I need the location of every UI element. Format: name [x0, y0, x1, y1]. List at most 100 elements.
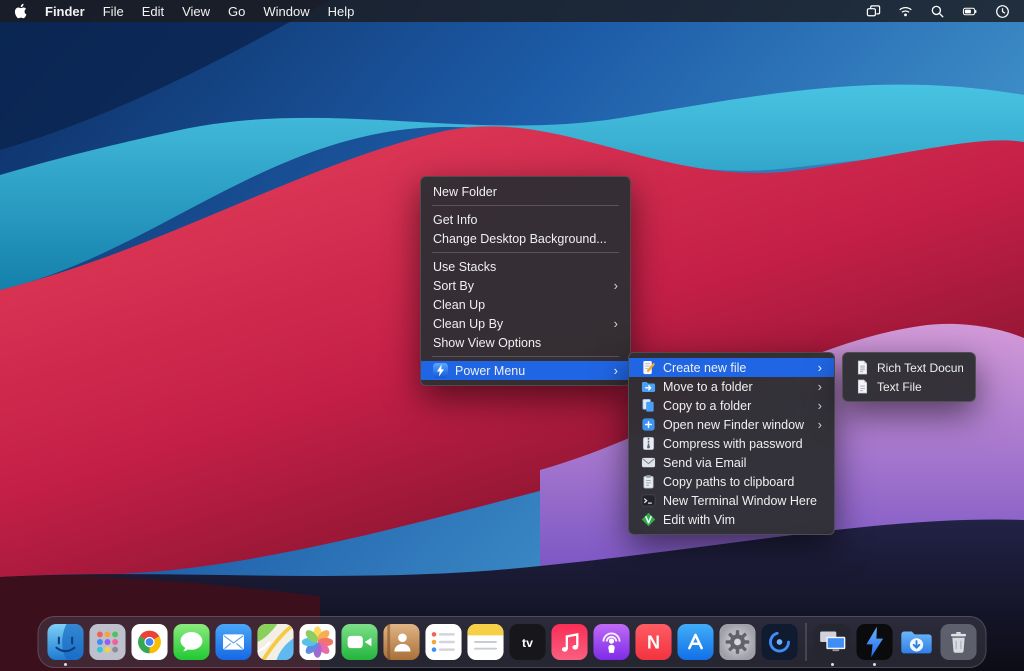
menu-bar-status-icons: [866, 4, 1010, 19]
menu-item-label: Edit with Vim: [663, 513, 822, 527]
menu-separator: [432, 356, 619, 357]
rtf-doc-icon: [855, 360, 870, 375]
send-email-icon: [641, 455, 656, 470]
menu-item-open-new-finder-window[interactable]: Open new Finder window ›: [629, 415, 834, 434]
dock-icon-tv[interactable]: tv: [509, 623, 547, 661]
vim-icon: [641, 512, 656, 527]
menu-item-label: Use Stacks: [433, 260, 618, 274]
dock-icon-app-store[interactable]: [677, 623, 715, 661]
create-new-file-submenu: Rich Text Document Text File: [842, 352, 976, 402]
menu-item-label: Send via Email: [663, 456, 822, 470]
dock-icon-messages[interactable]: [173, 623, 211, 661]
clock-icon[interactable]: [995, 4, 1010, 19]
menu-item-move-to-a-folder[interactable]: Move to a folder ›: [629, 377, 834, 396]
menu-item-send-via-email[interactable]: Send via Email: [629, 453, 834, 472]
menu-bar-item-edit[interactable]: Edit: [142, 4, 164, 19]
dock-icon-system-preferences[interactable]: [719, 623, 757, 661]
menu-item-label: Get Info: [433, 213, 618, 227]
chevron-right-icon: ›: [608, 279, 618, 292]
chevron-right-icon: ›: [812, 361, 822, 374]
compress-icon: [641, 436, 656, 451]
menu-bar-items: File Edit View Go Window Help: [103, 4, 355, 19]
menu-item-label: Open new Finder window: [663, 418, 805, 432]
apple-menu[interactable]: [14, 3, 27, 19]
menu-item-label: Sort By: [433, 279, 601, 293]
menu-bar-app-name[interactable]: Finder: [45, 4, 85, 19]
menu-item-new-folder[interactable]: New Folder: [421, 182, 630, 201]
menu-item-clean-up-by[interactable]: Clean Up By ›: [421, 314, 630, 333]
dock-icon-facetime[interactable]: [341, 623, 379, 661]
menu-item-use-stacks[interactable]: Use Stacks: [421, 257, 630, 276]
battery-icon[interactable]: [962, 4, 978, 19]
dock-icon-notes[interactable]: [467, 623, 505, 661]
dock-icon-contacts[interactable]: [383, 623, 421, 661]
menu-item-label: Move to a folder: [663, 380, 805, 394]
menu-item-label: Copy to a folder: [663, 399, 805, 413]
menu-item-text-file[interactable]: Text File: [843, 377, 975, 396]
menu-item-clean-up[interactable]: Clean Up: [421, 295, 630, 314]
terminal-icon: [641, 493, 656, 508]
clipboard-icon: [641, 474, 656, 489]
dock-icon-trash[interactable]: [940, 623, 978, 661]
running-indicator: [831, 663, 834, 666]
menu-separator: [432, 205, 619, 206]
move-folder-icon: [641, 379, 656, 394]
dock: tv N: [38, 616, 987, 668]
menu-bar-item-file[interactable]: File: [103, 4, 124, 19]
menu-item-compress-with-password[interactable]: Compress with password: [629, 434, 834, 453]
menu-item-label: Create new file: [663, 361, 805, 375]
chevron-right-icon: ›: [812, 418, 822, 431]
dock-icon-launchpad[interactable]: [89, 623, 127, 661]
dock-icon-power-menu-app[interactable]: [856, 623, 894, 661]
apple-icon: [14, 3, 27, 19]
menu-item-sort-by[interactable]: Sort By ›: [421, 276, 630, 295]
dock-icon-finder[interactable]: [47, 623, 85, 661]
power-menu-submenu: Create new file›Move to a folder›Copy to…: [628, 352, 835, 535]
desktop[interactable]: Finder File Edit View Go Window Help New Fold…: [0, 0, 1024, 671]
dock-icon-maps[interactable]: [257, 623, 295, 661]
window-tile-icon[interactable]: [866, 4, 881, 19]
dock-icon-chrome[interactable]: [131, 623, 169, 661]
menu-item-change-desktop-background[interactable]: Change Desktop Background...: [421, 229, 630, 248]
dock-icon-music[interactable]: [551, 623, 589, 661]
menu-item-edit-with-vim[interactable]: Edit with Vim: [629, 510, 834, 529]
dock-icon-mail[interactable]: [215, 623, 253, 661]
menu-item-copy-paths-to-clipboard[interactable]: Copy paths to clipboard: [629, 472, 834, 491]
menu-item-power-menu[interactable]: Power Menu›: [421, 361, 630, 380]
menu-item-copy-to-a-folder[interactable]: Copy to a folder ›: [629, 396, 834, 415]
menu-bar-item-help[interactable]: Help: [328, 4, 355, 19]
dock-icon-news[interactable]: N: [635, 623, 673, 661]
menu-item-create-new-file[interactable]: Create new file ›: [629, 358, 834, 377]
dock-icon-photos[interactable]: [299, 623, 337, 661]
dock-icon-displays[interactable]: [814, 623, 852, 661]
menu-bar-item-view[interactable]: View: [182, 4, 210, 19]
menu-item-label: Copy paths to clipboard: [663, 475, 822, 489]
new-file-icon: [641, 360, 656, 375]
chevron-right-icon: ›: [608, 364, 618, 377]
finder-window-icon: [641, 417, 656, 432]
chevron-right-icon: ›: [812, 380, 822, 393]
text-doc-icon: [855, 379, 870, 394]
dock-icon-reminders[interactable]: [425, 623, 463, 661]
chevron-right-icon: ›: [608, 317, 618, 330]
dock-separator: [806, 623, 807, 661]
svg-text:N: N: [647, 633, 660, 653]
dock-icon-blue-swirl-app[interactable]: [761, 623, 799, 661]
menu-item-label: Clean Up By: [433, 317, 601, 331]
dock-icon-podcasts[interactable]: [593, 623, 631, 661]
menu-bar-item-go[interactable]: Go: [228, 4, 245, 19]
chevron-right-icon: ›: [812, 399, 822, 412]
menu-item-get-info[interactable]: Get Info: [421, 210, 630, 229]
menu-bar-item-window[interactable]: Window: [263, 4, 309, 19]
menu-item-label: Rich Text Document: [877, 361, 963, 375]
dock-icon-downloads-folder[interactable]: [898, 623, 936, 661]
copy-folder-icon: [641, 398, 656, 413]
menu-item-label: Compress with password: [663, 437, 822, 451]
menu-item-show-view-options[interactable]: Show View Options: [421, 333, 630, 352]
search-icon[interactable]: [930, 4, 945, 19]
menu-item-rich-text-document[interactable]: Rich Text Document: [843, 358, 975, 377]
wifi-icon[interactable]: [898, 4, 913, 19]
context-menu: New Folder Get Info Change Desktop Backgro…: [420, 176, 631, 386]
running-indicator: [64, 663, 67, 666]
menu-item-new-terminal-window-here[interactable]: New Terminal Window Here: [629, 491, 834, 510]
